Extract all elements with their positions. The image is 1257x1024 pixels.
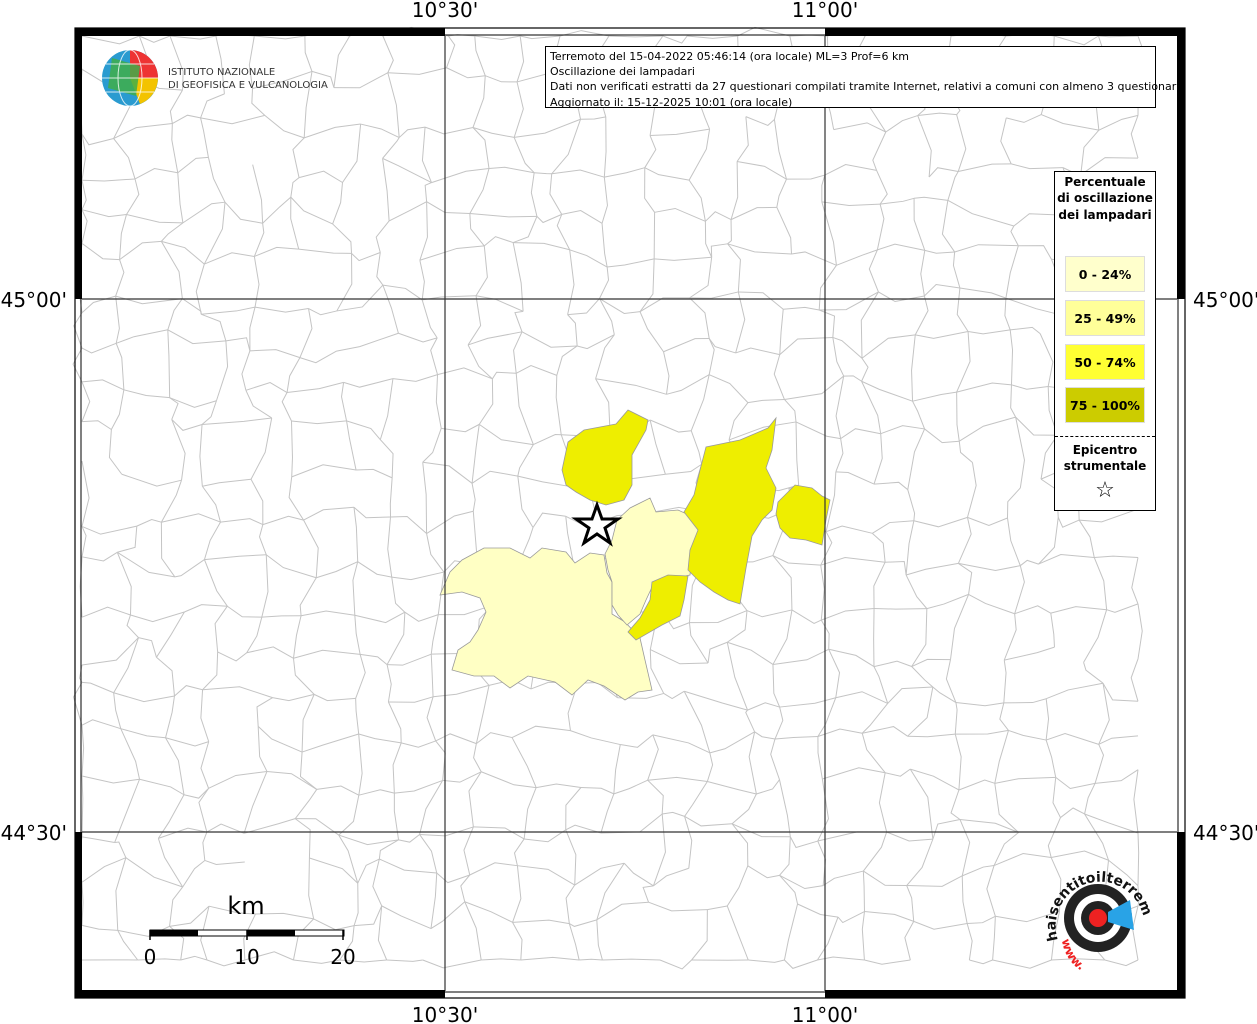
logo-text-line2: DI GEOFISICA E VULCANOLOGIA bbox=[168, 80, 328, 91]
scale-tick-10: 10 bbox=[234, 945, 259, 969]
logo-text-line1: ISTITUTO NAZIONALE bbox=[168, 67, 275, 78]
legend-epicenter-label: Epicentro strumentale bbox=[1063, 443, 1147, 473]
boundary-line bbox=[1137, 833, 1140, 886]
legend-star-icon: ☆ bbox=[1095, 478, 1115, 503]
scale-tick-20: 20 bbox=[330, 945, 355, 969]
boundary-line bbox=[874, 608, 927, 610]
legend-item-25-49: 25 - 49% bbox=[1065, 300, 1145, 336]
legend-item-0-24: 0 - 24% bbox=[1065, 256, 1145, 292]
legend-title: Percentuale di oscillazione dei lampadar… bbox=[1057, 175, 1153, 222]
legend: Percentuale di oscillazione dei lampadar… bbox=[1054, 171, 1156, 511]
lat-label-right-1: 45°00' bbox=[1193, 288, 1257, 312]
event-subtitle: Oscillazione dei lampadari bbox=[550, 65, 695, 79]
lon-label-bottom-2: 11°00' bbox=[792, 1003, 858, 1024]
lat-label-left-1: 45°00' bbox=[1, 288, 67, 312]
lon-label-top-2: 11°00' bbox=[792, 0, 858, 22]
lat-label-left-2: 44°30' bbox=[1, 821, 67, 845]
lat-label-right-2: 44°30' bbox=[1193, 821, 1257, 845]
legend-item-75-100: 75 - 100% bbox=[1065, 387, 1145, 423]
event-info-box: Terremoto del 15-04-2022 05:46:14 (ora l… bbox=[545, 46, 1183, 109]
lon-label-bottom-1: 10°30' bbox=[412, 1003, 478, 1024]
event-updated: Aggiornato il: 15-12-2025 10:01 (ora loc… bbox=[550, 95, 793, 109]
scale-tick-0: 0 bbox=[144, 945, 157, 969]
lon-label-top-1: 10°30' bbox=[412, 0, 478, 22]
scale-unit: km bbox=[227, 892, 264, 920]
intensity-map: 10°30' 11°00' 10°30' 11°00' 45°00' 44°30… bbox=[0, 0, 1257, 1024]
legend-item-50-74: 50 - 74% bbox=[1065, 344, 1145, 380]
event-note: Dati non verificati estratti da 27 quest… bbox=[550, 80, 1183, 94]
legend-separator bbox=[1055, 436, 1155, 437]
event-title: Terremoto del 15-04-2022 05:46:14 (ora l… bbox=[550, 50, 910, 63]
